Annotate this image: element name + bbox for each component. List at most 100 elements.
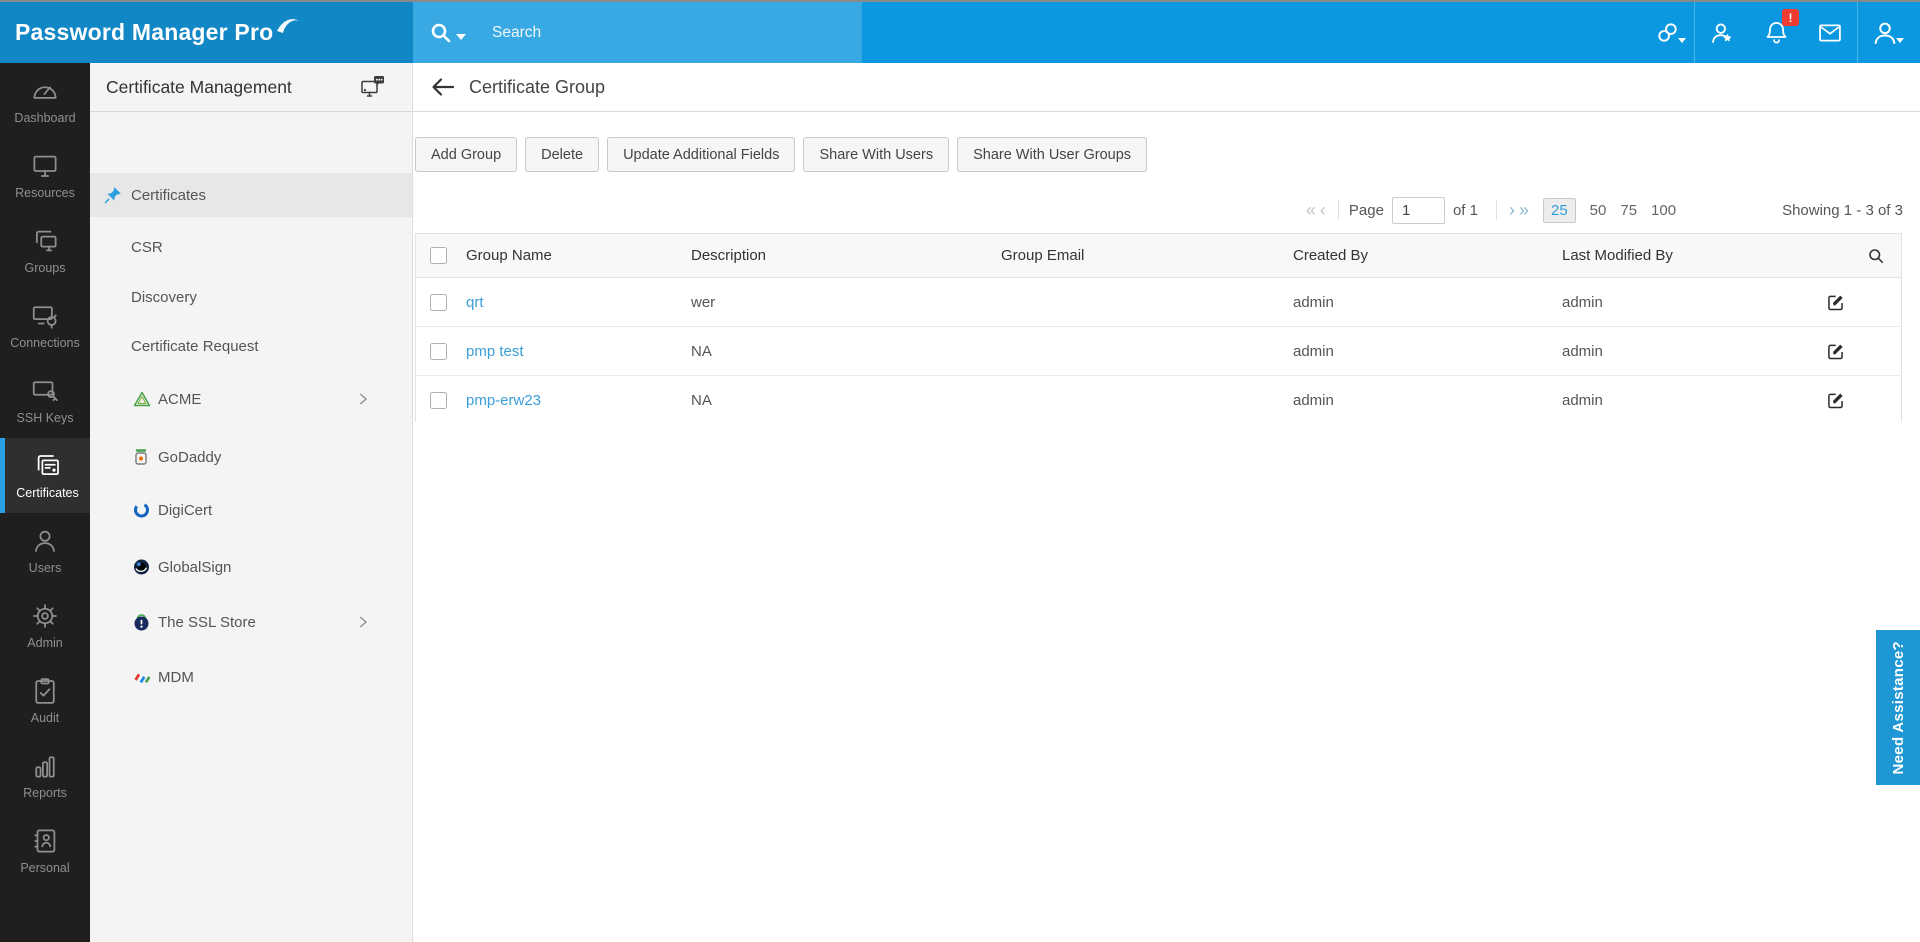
need-assistance-tab[interactable]: Need Assistance? <box>1876 630 1920 785</box>
user-caret-icon <box>1896 38 1904 43</box>
audit-icon <box>35 678 55 704</box>
global-search-input[interactable]: Search <box>413 2 862 63</box>
group-name-link[interactable]: pmp-erw23 <box>466 392 541 409</box>
user-star-icon[interactable] <box>1695 2 1749 63</box>
share-with-user-groups-button[interactable]: Share With User Groups <box>957 137 1148 172</box>
logo-swoosh-icon <box>277 18 300 33</box>
select-all-checkbox[interactable] <box>430 247 447 264</box>
edit-icon[interactable] <box>1825 327 1846 375</box>
back-arrow-icon[interactable] <box>431 77 455 97</box>
column-header-description[interactable]: Description <box>691 234 766 277</box>
panel-item-label: CSR <box>131 238 163 256</box>
left-sidebar: Dashboard Resources Groups Connections S… <box>0 63 90 942</box>
link-icon[interactable] <box>1640 2 1694 63</box>
panel-item-the-ssl-store[interactable]: The SSL Store <box>90 600 412 644</box>
row-checkbox[interactable] <box>430 293 447 311</box>
sidebar-item-admin[interactable]: Admin <box>0 588 90 663</box>
group-name-link[interactable]: pmp test <box>466 343 524 360</box>
description-cell: NA <box>691 391 712 409</box>
page-title: Certificate Group <box>469 76 606 97</box>
sidebar-item-personal[interactable]: Personal <box>0 813 90 888</box>
pagination-row: « ‹ Page of 1 › » 25 50 75 100 Showing 1… <box>415 196 1903 224</box>
certificate-group-table: Group Name Description Group Email Creat… <box>415 233 1902 424</box>
personal-icon <box>34 829 56 853</box>
first-page-icon[interactable]: « <box>1304 200 1318 221</box>
page-size-100[interactable]: 100 <box>1651 202 1676 219</box>
screen-chat-icon[interactable] <box>360 75 386 99</box>
panel-item-csr[interactable]: CSR <box>90 225 412 269</box>
topbar-actions: ! <box>1640 2 1912 63</box>
sidebar-item-reports[interactable]: Reports <box>0 738 90 813</box>
panel-item-digicert[interactable]: DigiCert <box>90 488 412 532</box>
share-with-users-button[interactable]: Share With Users <box>803 137 950 172</box>
sidebar-item-resources[interactable]: Resources <box>0 138 90 213</box>
page-number-input[interactable] <box>1391 196 1445 224</box>
sidebar-item-audit[interactable]: Audit <box>0 663 90 738</box>
sidebar-item-dashboard[interactable]: Dashboard <box>0 63 90 138</box>
last-page-icon[interactable]: » <box>1517 200 1531 221</box>
column-header-created-by[interactable]: Created By <box>1293 234 1368 277</box>
chevron-right-icon <box>360 393 367 405</box>
column-header-group-name[interactable]: Group Name <box>466 234 552 277</box>
last-modified-by-cell: admin <box>1562 391 1603 409</box>
panel-item-certificates[interactable]: Certificates <box>90 173 412 217</box>
app-window: Password Manager Pro Search ! Dashboard … <box>0 0 1920 942</box>
app-logo-text: Password Manager Pro <box>15 19 274 45</box>
sidebar-item-label: Connections <box>10 336 80 350</box>
description-cell: NA <box>691 342 712 360</box>
delete-button[interactable]: Delete <box>525 137 600 172</box>
row-checkbox[interactable] <box>430 391 447 409</box>
page-size-50[interactable]: 50 <box>1590 202 1607 219</box>
panel-item-acme[interactable]: ACME <box>90 377 412 421</box>
sidebar-item-label: Dashboard <box>14 111 76 125</box>
last-modified-by-cell: admin <box>1562 293 1603 311</box>
panel-item-label: Certificate Request <box>131 337 259 355</box>
certificate-management-panel: Certificate Management Certificates CSR <box>90 63 413 942</box>
sidebar-item-certificates[interactable]: Certificates <box>0 438 90 513</box>
panel-item-godaddy[interactable]: GoDaddy <box>90 435 412 479</box>
panel-item-label: GlobalSign <box>158 558 232 576</box>
panel-item-mdm[interactable]: MDM <box>90 655 412 699</box>
reports-icon <box>35 756 55 778</box>
update-additional-fields-button[interactable]: Update Additional Fields <box>607 137 796 172</box>
pin-icon <box>104 187 121 204</box>
column-header-last-modified-by[interactable]: Last Modified By <box>1562 234 1673 277</box>
previous-page-icon[interactable]: ‹ <box>1318 200 1328 221</box>
panel-item-label: The SSL Store <box>158 613 256 631</box>
sidebar-item-label: Resources <box>15 186 75 200</box>
sidebar-item-users[interactable]: Users <box>0 513 90 588</box>
group-name-link[interactable]: qrt <box>466 294 484 311</box>
panel-item-label: GoDaddy <box>158 448 222 466</box>
edit-icon[interactable] <box>1825 278 1846 326</box>
table-search-icon[interactable] <box>1866 234 1886 277</box>
sidebar-item-label: Personal <box>20 861 70 875</box>
sidebar-item-ssh-keys[interactable]: SSH Keys <box>0 363 90 438</box>
table-row: qrt wer admin admin <box>416 278 1901 327</box>
row-checkbox[interactable] <box>430 342 447 360</box>
page-label: Page <box>1348 201 1384 219</box>
sidebar-item-connections[interactable]: Connections <box>0 288 90 363</box>
page-size-25[interactable]: 25 <box>1542 197 1576 223</box>
user-icon[interactable] <box>1858 2 1912 63</box>
panel-item-certificate-request[interactable]: Certificate Request <box>90 324 412 368</box>
panel-item-discovery[interactable]: Discovery <box>90 275 412 319</box>
page-size-75[interactable]: 75 <box>1620 202 1637 219</box>
created-by-cell: admin <box>1293 342 1334 360</box>
next-page-icon[interactable]: › <box>1507 200 1517 221</box>
panel-item-globalsign[interactable]: GlobalSign <box>90 545 412 589</box>
edit-icon[interactable] <box>1825 376 1846 424</box>
column-header-group-email[interactable]: Group Email <box>1001 234 1084 277</box>
created-by-cell: admin <box>1293 293 1334 311</box>
panel-item-label: ACME <box>158 390 202 408</box>
panel-item-label: Certificates <box>131 186 207 204</box>
add-group-button[interactable]: Add Group <box>415 137 518 172</box>
pagination-separator <box>1337 200 1339 220</box>
sidebar-item-groups[interactable]: Groups <box>0 213 90 288</box>
mail-icon[interactable] <box>1803 2 1857 63</box>
dashboard-icon <box>33 86 57 99</box>
notification-bell-icon[interactable]: ! <box>1749 2 1803 63</box>
sslstore-icon <box>134 614 149 631</box>
pagination-separator <box>1495 200 1497 220</box>
sidebar-item-label: Admin <box>27 636 63 650</box>
certificates-icon <box>37 455 59 475</box>
